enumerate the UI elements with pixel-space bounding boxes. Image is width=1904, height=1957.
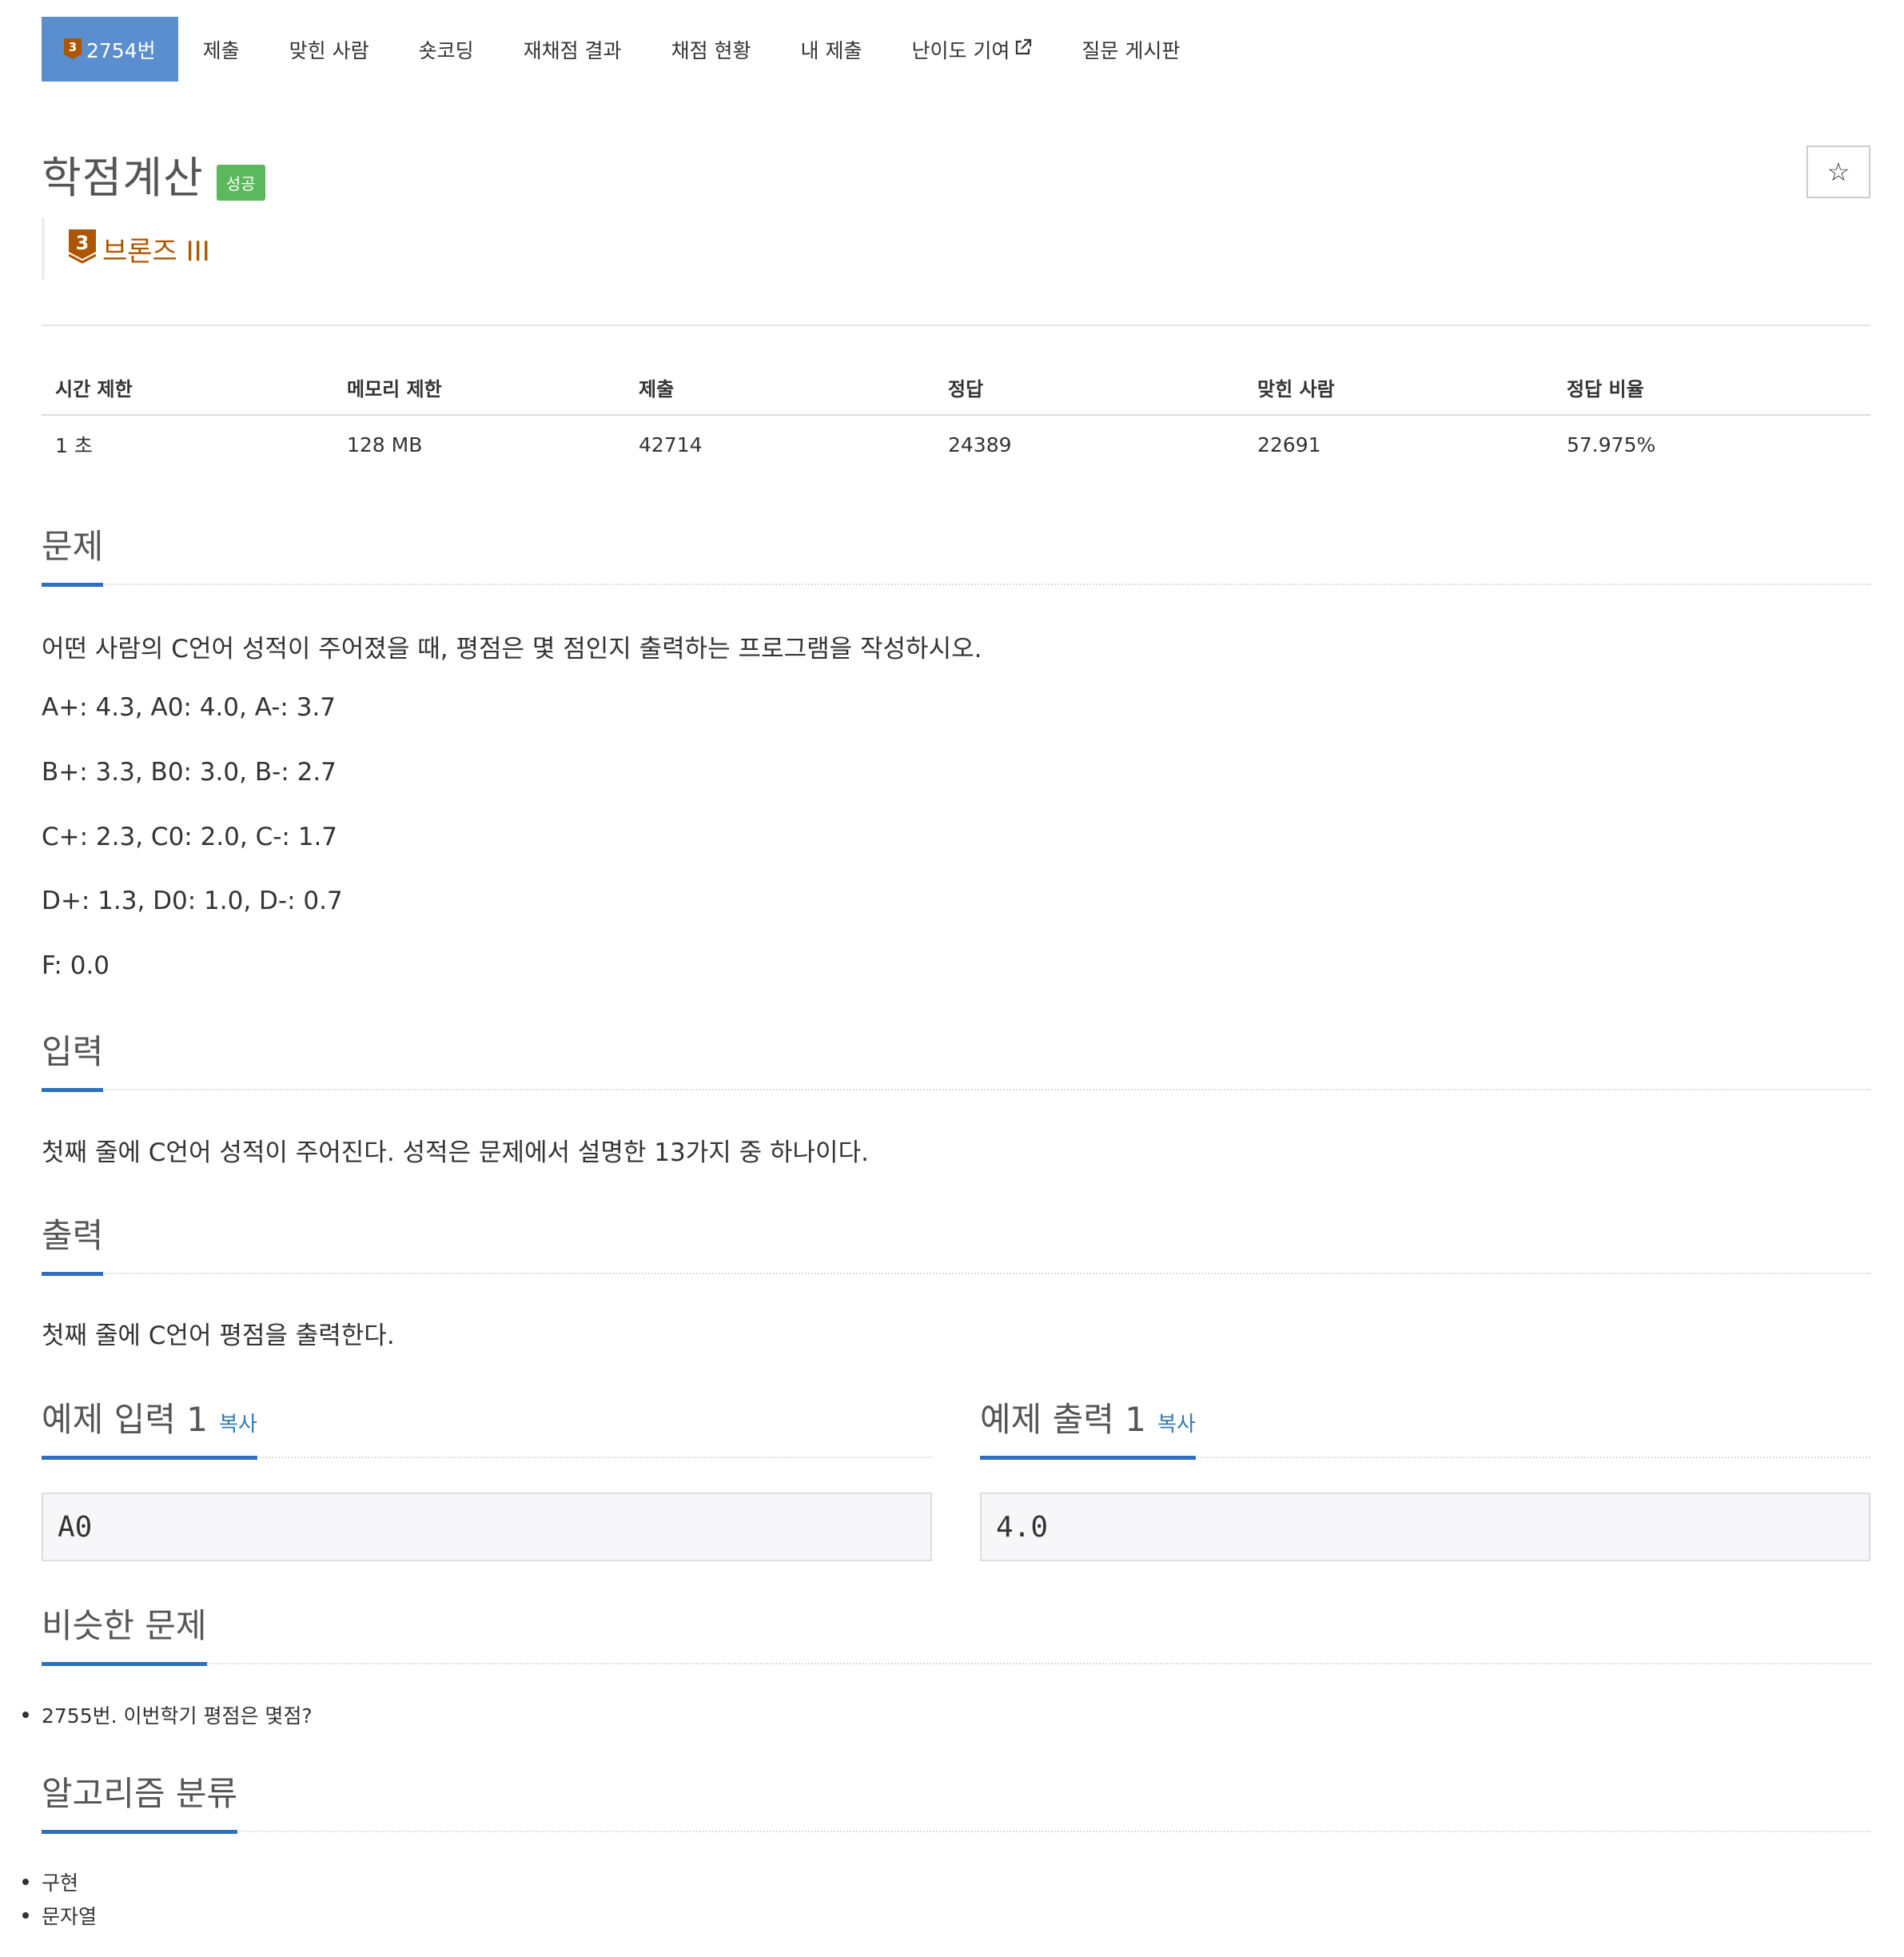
section-title: 알고리즘 분류 [42, 1767, 238, 1834]
section-divider [42, 1663, 1870, 1664]
submissions-value: 42714 [639, 432, 703, 456]
tab-solved-users-label: 맞힌 사람 [289, 38, 369, 62]
tab-my-submissions[interactable]: 내 제출 [776, 17, 887, 82]
sample-output-header: 예제 출력 1 복사 [980, 1393, 1870, 1460]
algorithm-tag-link[interactable]: 구현 [42, 1867, 78, 1896]
copy-sample-input-link[interactable]: 복사 [219, 1413, 257, 1437]
algorithm-tags-list: 구현 문자열 [22, 1865, 97, 1932]
tier-digit-large: 3 [76, 232, 90, 254]
header-memory-limit: 메모리 제한 [333, 360, 625, 416]
problem-nav: 3 2754번 제출 맞힌 사람 숏코딩 재채점 결과 채점 현황 내 제출 난… [42, 17, 1205, 82]
header-solved-users: 맞힌 사람 [1244, 360, 1553, 416]
algorithm-tag-link[interactable]: 문자열 [42, 1901, 97, 1930]
table-header-row: 시간 제한 메모리 제한 제출 정답 맞힌 사람 정답 비율 [42, 360, 1870, 416]
list-item: 문자열 [22, 1899, 97, 1932]
header-time-limit: 시간 제한 [42, 360, 333, 416]
tab-my-submissions-label: 내 제출 [800, 38, 862, 62]
grade-line-f: F: 0.0 [42, 951, 110, 980]
bronze-tier-icon: 3 [64, 38, 82, 61]
tab-rejudge-results[interactable]: 재채점 결과 [499, 17, 647, 82]
similar-problems-list: 2755번. 이번학기 평점은 몇점? [22, 1698, 313, 1732]
section-divider [42, 584, 1870, 585]
tab-short-coding[interactable]: 숏코딩 [394, 17, 499, 82]
section-divider [42, 1273, 1870, 1274]
favorite-star-button[interactable]: ☆ [1806, 145, 1870, 198]
grade-line-c: C+: 2.3, C0: 2.0, C-: 1.7 [42, 823, 338, 851]
section-input-header: 입력 [42, 1025, 1870, 1092]
solved-users-value: 22691 [1257, 432, 1321, 456]
header-submissions: 제출 [625, 360, 934, 416]
sample-output-title: 예제 출력 1 [980, 1400, 1146, 1439]
tab-difficulty-contribution[interactable]: 난이도 기여 [886, 17, 1057, 82]
section-title: 입력 [42, 1025, 104, 1092]
tab-problem[interactable]: 3 2754번 [42, 17, 178, 82]
grade-line-a: A+: 4.3, A0: 4.0, A-: 3.7 [42, 693, 337, 722]
tab-short-coding-label: 숏코딩 [418, 38, 474, 62]
tab-question-board-label: 질문 게시판 [1081, 38, 1181, 62]
section-divider [42, 1831, 1870, 1832]
grade-line-d: D+: 1.3, D0: 1.0, D-: 0.7 [42, 887, 343, 915]
tab-rejudge-results-label: 재채점 결과 [523, 38, 622, 62]
grade-line-b: B+: 3.3, B0: 3.0, B-: 2.7 [42, 758, 337, 787]
section-title: 출력 [42, 1209, 104, 1276]
section-title: 예제 입력 1 복사 [42, 1393, 257, 1460]
star-icon: ☆ [1826, 157, 1850, 187]
section-output-header: 출력 [42, 1209, 1870, 1276]
sample-input-title: 예제 입력 1 [42, 1400, 208, 1439]
status-badge: 성공 [216, 165, 265, 201]
table-row: 1 초 128 MB 42714 24389 22691 57.975% [42, 415, 1870, 473]
section-similar-header: 비슷한 문제 [42, 1599, 1870, 1666]
bronze-tier-icon: 3 [68, 229, 97, 268]
divider [42, 325, 1870, 326]
tier-digit: 3 [69, 40, 77, 54]
problem-tier: 3 브론즈 III [42, 217, 210, 280]
header-accepted: 정답 [934, 360, 1244, 416]
section-description-header: 문제 [42, 520, 1870, 587]
problem-title-row: 학점계산 성공 [42, 142, 265, 205]
section-divider [42, 1089, 1870, 1090]
page-title: 학점계산 [42, 153, 204, 203]
output-text: 첫째 줄에 C언어 평점을 출력한다. [42, 1321, 395, 1350]
list-item: 구현 [22, 1865, 97, 1899]
description-text: 어떤 사람의 C언어 성적이 주어졌을 때, 평점은 몇 점인지 출력하는 프로… [42, 635, 982, 664]
tier-label: 브론즈 III [102, 235, 210, 268]
tab-solved-users[interactable]: 맞힌 사람 [265, 17, 394, 82]
sample-input-header: 예제 입력 1 복사 [42, 1393, 932, 1460]
problem-page: 3 2754번 제출 맞힌 사람 숏코딩 재채점 결과 채점 현황 내 제출 난… [0, 0, 1904, 1957]
copy-sample-output-link[interactable]: 복사 [1157, 1413, 1196, 1437]
section-title: 비슷한 문제 [42, 1599, 207, 1666]
sample-input-box[interactable]: A0 [42, 1493, 932, 1561]
list-item: 2755번. 이번학기 평점은 몇점? [22, 1698, 313, 1732]
sample-input-value: A0 [58, 1510, 93, 1544]
tab-submit[interactable]: 제출 [178, 17, 265, 82]
time-limit-value: 1 초 [55, 434, 93, 457]
tab-problem-label: 2754번 [86, 38, 156, 62]
tab-judge-status[interactable]: 채점 현황 [647, 17, 776, 82]
header-accept-ratio: 정답 비율 [1553, 360, 1870, 416]
problem-info-table: 시간 제한 메모리 제한 제출 정답 맞힌 사람 정답 비율 1 초 128 M… [42, 360, 1870, 473]
section-title: 예제 출력 1 복사 [980, 1393, 1196, 1460]
similar-problem-link[interactable]: 2755번. 이번학기 평점은 몇점? [42, 1700, 313, 1729]
sample-output-value: 4.0 [996, 1510, 1049, 1544]
tab-difficulty-contribution-label: 난이도 기여 [911, 38, 1010, 62]
memory-limit-value: 128 MB [347, 432, 423, 456]
external-link-icon [1014, 38, 1032, 61]
section-title: 문제 [42, 520, 104, 587]
accepted-value: 24389 [948, 432, 1012, 456]
tab-judge-status-label: 채점 현황 [671, 38, 751, 62]
tab-question-board[interactable]: 질문 게시판 [1057, 17, 1205, 82]
section-algorithms-header: 알고리즘 분류 [42, 1767, 1870, 1834]
sample-output-box[interactable]: 4.0 [980, 1493, 1870, 1561]
tab-submit-label: 제출 [202, 38, 240, 62]
accept-ratio-value: 57.975% [1567, 432, 1656, 456]
input-text: 첫째 줄에 C언어 성적이 주어진다. 성적은 문제에서 설명한 13가지 중 … [42, 1138, 869, 1167]
